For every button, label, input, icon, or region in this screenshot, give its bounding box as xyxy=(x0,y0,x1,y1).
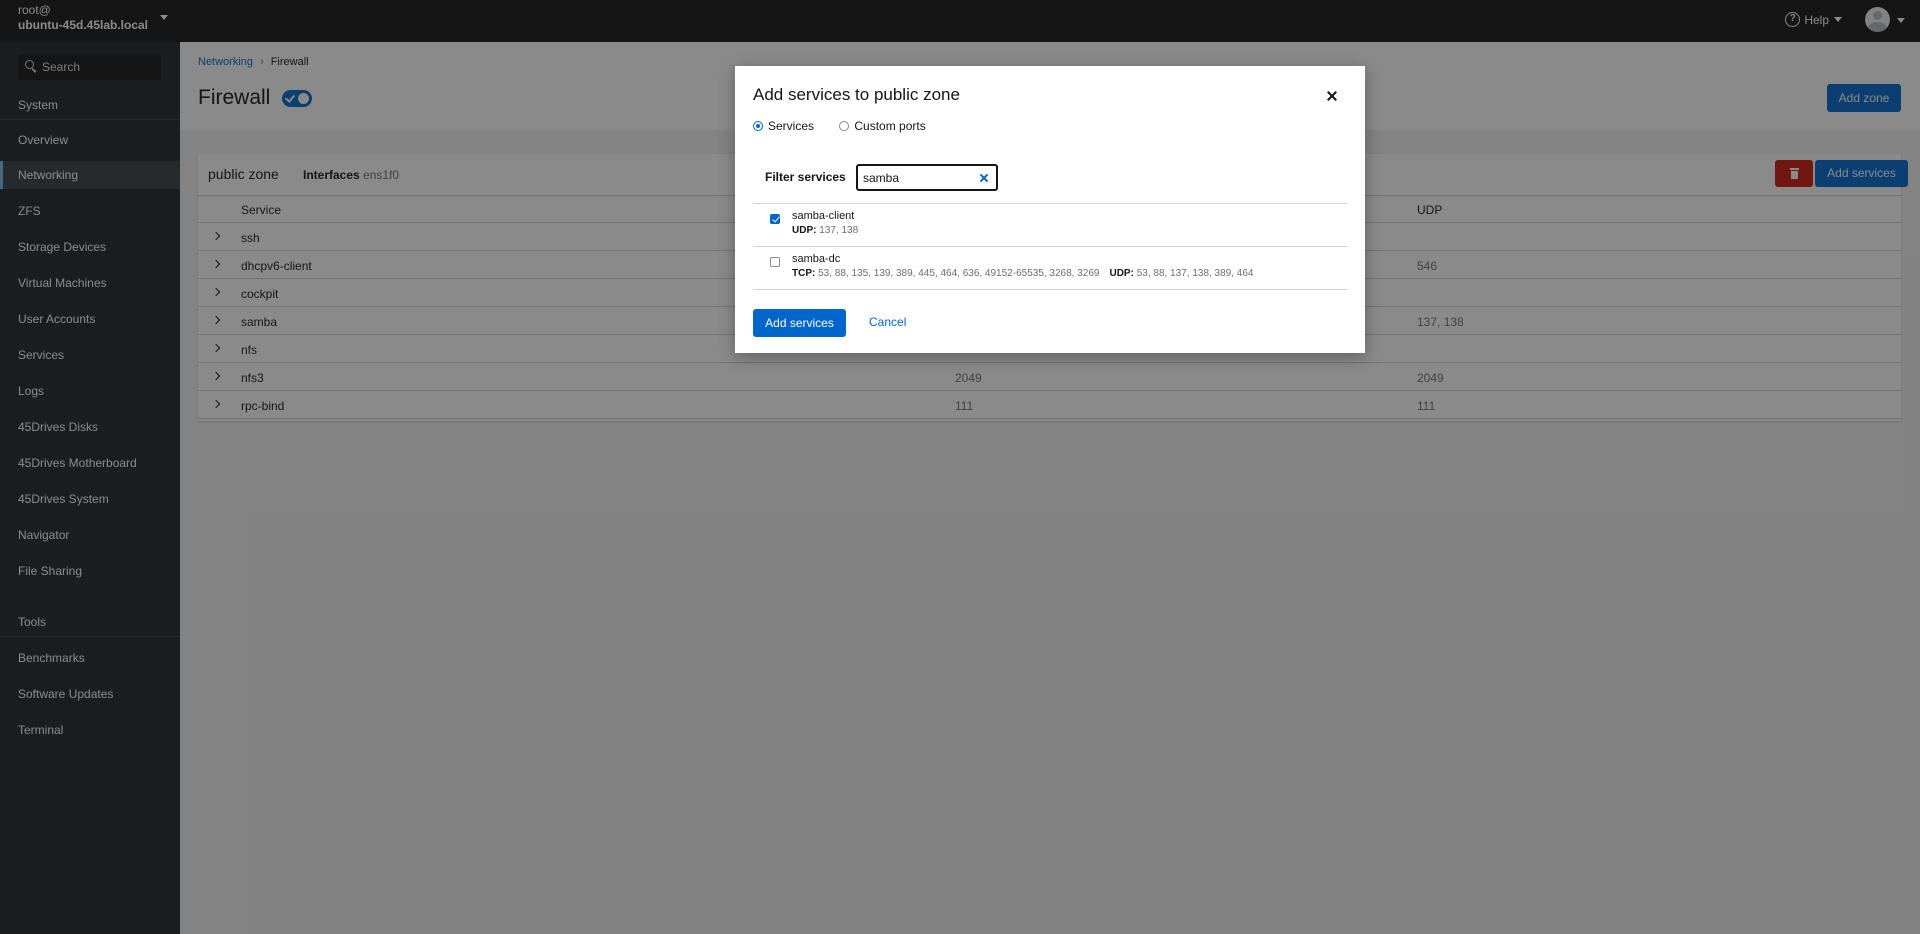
tcp-ports: 53, 88, 135, 139, 389, 445, 464, 636, 49… xyxy=(818,268,1100,279)
filter-label: Filter services xyxy=(765,170,846,184)
radio-custom-ports[interactable] xyxy=(839,120,850,131)
service-name: samba-client xyxy=(792,210,855,222)
radio-services[interactable] xyxy=(753,120,763,131)
service-checkbox[interactable] xyxy=(770,257,780,267)
udp-ports: 137, 138 xyxy=(819,225,859,236)
radio-services-label[interactable]: Services xyxy=(768,119,814,133)
service-name: samba-dc xyxy=(792,253,841,265)
filter-services-field[interactable] xyxy=(856,164,998,191)
add-services-confirm-button[interactable]: Add services xyxy=(753,309,846,337)
service-ports: UDP: 137, 138 xyxy=(792,225,858,236)
filter-services-input[interactable] xyxy=(863,170,973,186)
add-services-modal: Add services to public zone Services Cus… xyxy=(735,66,1365,353)
service-ports: TCP: 53, 88, 135, 139, 389, 445, 464, 63… xyxy=(792,268,1254,279)
list-item[interactable]: samba-dc TCP: 53, 88, 135, 139, 389, 445… xyxy=(753,247,1347,290)
service-checkbox[interactable] xyxy=(770,214,780,224)
clear-icon[interactable] xyxy=(978,172,990,184)
cancel-button[interactable]: Cancel xyxy=(869,315,906,329)
tcp-label: TCP: xyxy=(792,268,816,279)
udp-label: UDP: xyxy=(792,225,817,236)
udp-ports: 53, 88, 137, 138, 389, 464 xyxy=(1136,268,1254,279)
modal-title: Add services to public zone xyxy=(753,85,960,104)
mode-radio-group: Services Custom ports xyxy=(753,118,948,133)
close-icon[interactable] xyxy=(1325,89,1339,103)
udp-label: UDP: xyxy=(1109,268,1134,279)
radio-custom-ports-label[interactable]: Custom ports xyxy=(854,119,925,133)
list-item[interactable]: samba-client UDP: 137, 138 xyxy=(753,204,1347,247)
